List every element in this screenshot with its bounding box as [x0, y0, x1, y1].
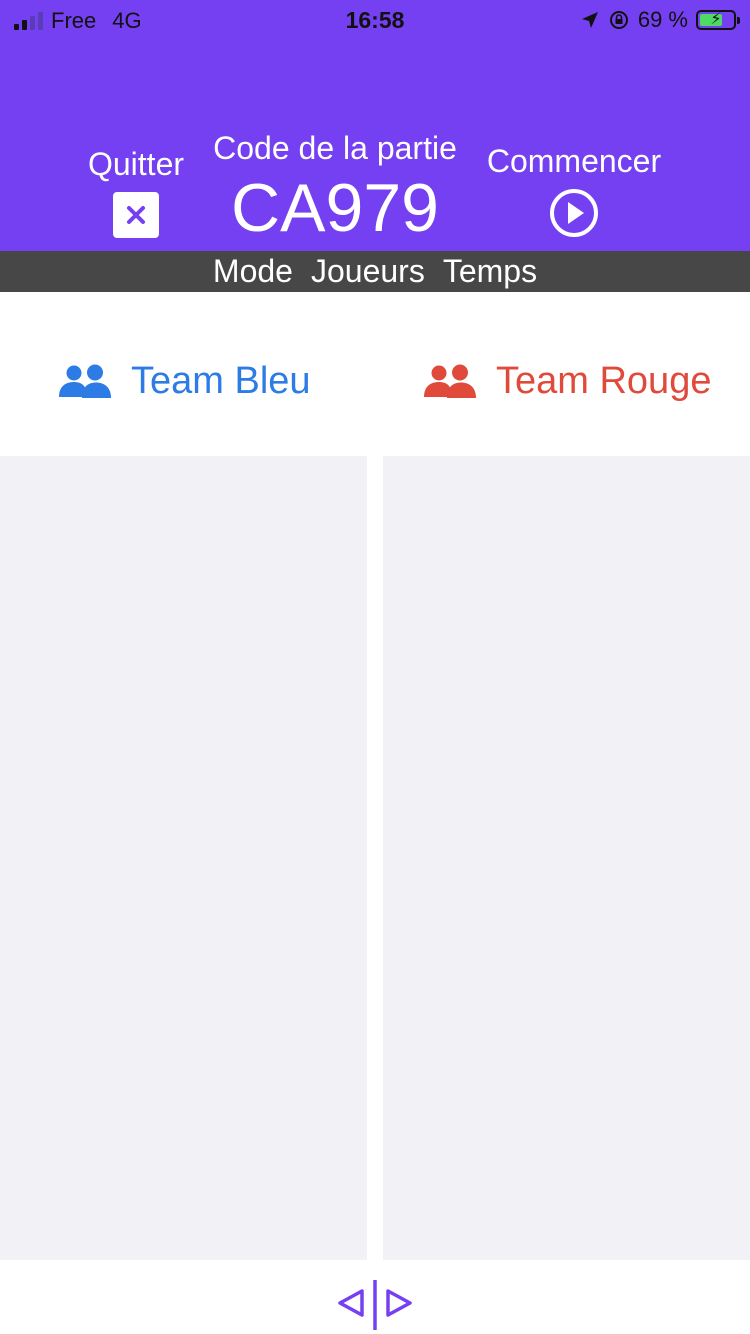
status-right: 69 % ⚡ [580, 7, 740, 33]
team-blue-name: Team Bleu [131, 360, 311, 402]
header: Free 4G 16:58 69 % ⚡ Quitter Code de la … [0, 0, 750, 251]
tab-mode[interactable]: Mode [213, 253, 293, 290]
battery-icon: ⚡ [696, 10, 740, 30]
arrow-left-icon[interactable] [338, 1289, 364, 1317]
play-circle-icon[interactable] [548, 187, 600, 239]
location-arrow-icon [581, 12, 598, 28]
quit-label: Quitter [87, 146, 185, 182]
team-red-header[interactable]: Team Rouge [422, 360, 711, 403]
battery-percent: 69 % [637, 7, 688, 32]
orientation-lock-icon [609, 11, 628, 29]
bottom-navigation [0, 1260, 750, 1334]
team-blue-player-list[interactable] [0, 456, 367, 1260]
game-code-label: Code de la partie [213, 130, 457, 166]
team-blue-header[interactable]: Team Bleu [57, 360, 311, 403]
nav-arrows [338, 1280, 412, 1330]
game-code: Code de la partie CA979 [195, 130, 475, 244]
team-red-player-list[interactable] [383, 456, 750, 1260]
game-lobby-screen: Free 4G 16:58 69 % ⚡ Quitter Code de la … [0, 0, 750, 1334]
start-label: Commencer [486, 143, 662, 179]
game-code-value: CA979 [231, 170, 439, 246]
arrow-right-icon[interactable] [386, 1289, 412, 1317]
start-button[interactable]: Commencer [474, 143, 674, 239]
tab-players[interactable]: Joueurs [311, 253, 425, 290]
quit-button[interactable]: Quitter [80, 146, 192, 238]
settings-tabs: Mode Joueurs Temps [0, 251, 750, 292]
users-icon [424, 364, 476, 398]
status-bar: Free 4G 16:58 69 % ⚡ [0, 0, 750, 40]
close-icon[interactable] [113, 192, 159, 238]
team-red-name: Team Rouge [496, 360, 712, 402]
users-icon [59, 364, 111, 398]
tab-time[interactable]: Temps [443, 253, 537, 290]
